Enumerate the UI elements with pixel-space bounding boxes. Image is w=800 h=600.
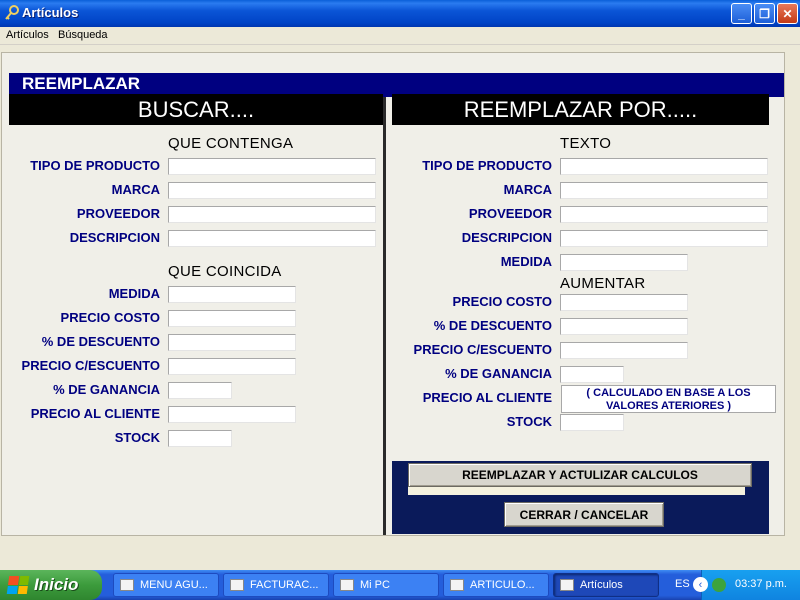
key-icon (5, 5, 19, 20)
chevron-left-icon[interactable]: ‹ (693, 577, 708, 592)
replace-update-button[interactable]: REEMPLAZAR Y ACTULIZAR CALCULOS (408, 463, 752, 487)
task-label: Mi PC (360, 579, 390, 591)
search-precio-cliente-input[interactable] (168, 406, 296, 423)
close-cancel-button[interactable]: CERRAR / CANCELAR (504, 502, 664, 527)
increase-ganancia-input[interactable] (560, 366, 624, 383)
task-mi-pc[interactable]: Mi PC (333, 573, 439, 597)
search-marca-input[interactable] (168, 182, 376, 199)
window-title: Artículos (22, 5, 79, 20)
menu-bar (0, 27, 800, 45)
search-ganancia-label: % DE GANANCIA (53, 382, 160, 397)
increase-precio-cdescuento-input[interactable] (560, 342, 688, 359)
minimize-icon: _ (738, 6, 745, 21)
windows-logo-icon (6, 576, 30, 594)
search-medida-label: MEDIDA (108, 286, 160, 301)
task-articulos-active[interactable]: Artículos (553, 573, 659, 597)
search-descripcion-label: DESCRIPCION (69, 230, 160, 245)
restore-icon: ❐ (759, 6, 770, 21)
contains-section-title: QUE CONTENGA (168, 135, 294, 152)
replace-header: REEMPLAZAR POR..... (392, 94, 769, 125)
search-descripcion-input[interactable] (168, 230, 376, 247)
start-label: Inicio (34, 575, 79, 594)
increase-descuento-label: % DE DESCUENTO (433, 318, 552, 333)
close-button[interactable]: ✕ (777, 3, 798, 24)
search-stock-label: STOCK (114, 430, 160, 445)
search-stock-input[interactable] (168, 430, 232, 447)
menu-articulos[interactable]: Artículos (6, 29, 49, 41)
search-ganancia-input[interactable] (168, 382, 232, 399)
key-icon (560, 579, 574, 591)
search-tipo-input[interactable] (168, 158, 376, 175)
task-label: MENU AGU... (140, 579, 208, 591)
replace-medida-label: MEDIDA (500, 254, 552, 269)
search-header: BUSCAR.... (9, 94, 383, 125)
banner-title: REEMPLAZAR (22, 74, 141, 93)
increase-precio-costo-label: PRECIO COSTO (452, 294, 552, 309)
replace-proveedor-input[interactable] (560, 206, 768, 223)
start-button[interactable]: Inicio (0, 570, 102, 600)
replace-tipo-input[interactable] (560, 158, 768, 175)
computer-icon (340, 579, 354, 591)
search-proveedor-label: PROVEEDOR (76, 206, 160, 221)
search-proveedor-input[interactable] (168, 206, 376, 223)
search-descuento-input[interactable] (168, 334, 296, 351)
replace-progress-bar (408, 487, 745, 495)
increase-precio-cdescuento-label: PRECIO C/ESCUENTO (413, 342, 552, 357)
replace-descripcion-label: DESCRIPCION (461, 230, 552, 245)
network-icon[interactable] (712, 578, 726, 592)
task-label: FACTURAC... (250, 579, 319, 591)
app-icon (450, 579, 464, 591)
task-menu-agu[interactable]: MENU AGU... (113, 573, 219, 597)
title-bar (0, 0, 800, 27)
search-precio-costo-label: PRECIO COSTO (60, 310, 160, 325)
increase-stock-label: STOCK (506, 414, 552, 429)
menu-busqueda[interactable]: Búsqueda (58, 29, 108, 41)
calculated-note: ( CALCULADO EN BASE A LOS VALORES ATERIO… (561, 385, 776, 413)
replace-proveedor-label: PROVEEDOR (468, 206, 552, 221)
increase-section-title: AUMENTAR (560, 275, 646, 292)
search-precio-costo-input[interactable] (168, 310, 296, 327)
increase-stock-input[interactable] (560, 414, 624, 431)
increase-descuento-input[interactable] (560, 318, 688, 335)
task-articulo[interactable]: ARTICULO... (443, 573, 549, 597)
replace-descripcion-input[interactable] (560, 230, 768, 247)
text-section-title: TEXTO (560, 135, 612, 152)
task-label: ARTICULO... (470, 579, 535, 591)
minimize-button[interactable]: _ (731, 3, 752, 24)
replace-medida-input[interactable] (560, 254, 688, 271)
close-icon: ✕ (782, 6, 793, 21)
search-marca-label: MARCA (111, 182, 160, 197)
search-tipo-label: TIPO DE PRODUCTO (30, 158, 160, 173)
search-precio-cdescuento-input[interactable] (168, 358, 296, 375)
search-precio-cdescuento-label: PRECIO C/ESCUENTO (21, 358, 160, 373)
replace-tipo-label: TIPO DE PRODUCTO (422, 158, 552, 173)
search-medida-input[interactable] (168, 286, 296, 303)
task-label: Artículos (580, 579, 623, 591)
matches-section-title: QUE COINCIDA (168, 263, 282, 280)
search-precio-cliente-label: PRECIO AL CLIENTE (30, 406, 160, 421)
increase-precio-costo-input[interactable] (560, 294, 688, 311)
replace-marca-input[interactable] (560, 182, 768, 199)
restore-button[interactable]: ❐ (754, 3, 775, 24)
increase-ganancia-label: % DE GANANCIA (445, 366, 552, 381)
window-icon (120, 579, 134, 591)
language-indicator[interactable]: ES (675, 578, 690, 590)
increase-precio-cliente-label: PRECIO AL CLIENTE (422, 390, 552, 405)
replace-marca-label: MARCA (503, 182, 552, 197)
clock: 03:37 p.m. (735, 578, 787, 590)
window-icon (230, 579, 244, 591)
task-facturac[interactable]: FACTURAC... (223, 573, 329, 597)
search-descuento-label: % DE DESCUENTO (41, 334, 160, 349)
